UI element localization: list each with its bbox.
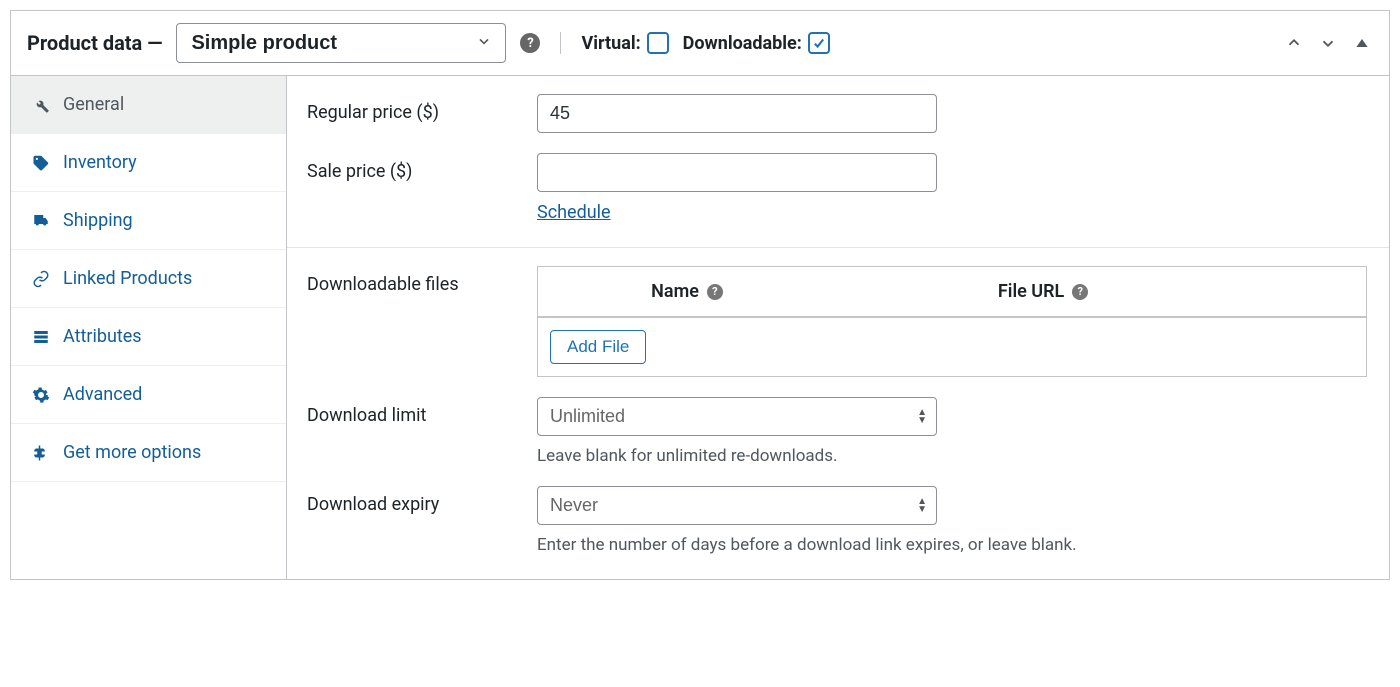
schedule-link[interactable]: Schedule (537, 202, 611, 223)
tab-linked-products[interactable]: Linked Products (11, 250, 286, 308)
tab-label: General (63, 94, 124, 115)
regular-price-input[interactable] (537, 94, 937, 133)
sale-price-label: Sale price ($) (307, 153, 537, 182)
downloadable-label: Downloadable: (683, 33, 802, 54)
tab-panel-general: Regular price ($) Sale price ($) Schedul… (286, 76, 1389, 579)
tab-general[interactable]: General (11, 76, 286, 134)
virtual-label: Virtual: (581, 33, 640, 54)
downloadable-files-table: Name ? File URL ? Add File (537, 266, 1367, 377)
help-icon[interactable]: ? (520, 33, 540, 53)
stepper-down-icon: ▼ (917, 506, 927, 514)
tab-label: Shipping (63, 210, 133, 231)
download-limit-help: Leave blank for unlimited re-downloads. (537, 446, 1369, 466)
metabox-controls (1283, 32, 1373, 54)
downloadable-files-label: Downloadable files (307, 266, 537, 295)
tab-get-more-options[interactable]: Get more options (11, 424, 286, 482)
metabox-title: Product data — (27, 31, 162, 55)
move-up-icon[interactable] (1283, 32, 1305, 54)
files-col-url: File URL ? (836, 281, 1250, 302)
download-expiry-input[interactable] (537, 486, 937, 525)
tab-label: Get more options (63, 442, 201, 463)
move-down-icon[interactable] (1317, 32, 1339, 54)
product-data-metabox: Product data — Simple product ? Virtual:… (10, 10, 1390, 580)
download-expiry-help: Enter the number of days before a downlo… (537, 535, 1369, 555)
help-icon[interactable]: ? (707, 284, 723, 300)
metabox-body: General Inventory Shipping Linked Produc… (11, 76, 1389, 579)
product-type-select-wrap: Simple product (176, 23, 506, 63)
regular-price-label: Regular price ($) (307, 94, 537, 123)
product-type-select[interactable]: Simple product (176, 23, 506, 63)
gear-icon (31, 386, 51, 404)
tab-label: Advanced (63, 384, 142, 405)
truck-icon (31, 212, 51, 230)
download-limit-label: Download limit (307, 397, 537, 426)
files-table-foot: Add File (538, 318, 1366, 376)
pricing-section: Regular price ($) Sale price ($) Schedul… (287, 76, 1389, 248)
tag-icon (31, 154, 51, 172)
tab-attributes[interactable]: Attributes (11, 308, 286, 366)
tab-inventory[interactable]: Inventory (11, 134, 286, 192)
sale-price-input[interactable] (537, 153, 937, 192)
metabox-header: Product data — Simple product ? Virtual:… (11, 11, 1389, 76)
separator (560, 32, 561, 54)
files-table-head: Name ? File URL ? (538, 267, 1366, 318)
wrench-icon (31, 96, 51, 114)
collapse-icon[interactable] (1351, 32, 1373, 54)
tab-label: Inventory (63, 152, 137, 173)
download-limit-input[interactable] (537, 397, 937, 436)
download-expiry-label: Download expiry (307, 486, 537, 515)
tab-label: Attributes (63, 326, 142, 347)
downloadable-toggle[interactable]: Downloadable: (683, 32, 830, 54)
downloadable-checkbox[interactable] (808, 32, 830, 54)
downloadable-section: Downloadable files Name ? File URL ? (287, 248, 1389, 579)
number-stepper[interactable]: ▲ ▼ (917, 498, 927, 514)
virtual-checkbox[interactable] (647, 32, 669, 54)
product-data-tabs: General Inventory Shipping Linked Produc… (11, 76, 286, 579)
link-icon (31, 270, 51, 288)
tab-label: Linked Products (63, 268, 192, 289)
tab-advanced[interactable]: Advanced (11, 366, 286, 424)
list-icon (31, 328, 51, 346)
plugin-icon (31, 444, 51, 462)
add-file-button[interactable]: Add File (550, 330, 646, 364)
help-icon[interactable]: ? (1072, 284, 1088, 300)
tab-shipping[interactable]: Shipping (11, 192, 286, 250)
stepper-down-icon: ▼ (917, 417, 927, 425)
number-stepper[interactable]: ▲ ▼ (917, 409, 927, 425)
virtual-toggle[interactable]: Virtual: (581, 32, 668, 54)
files-col-name: Name ? (538, 281, 836, 302)
